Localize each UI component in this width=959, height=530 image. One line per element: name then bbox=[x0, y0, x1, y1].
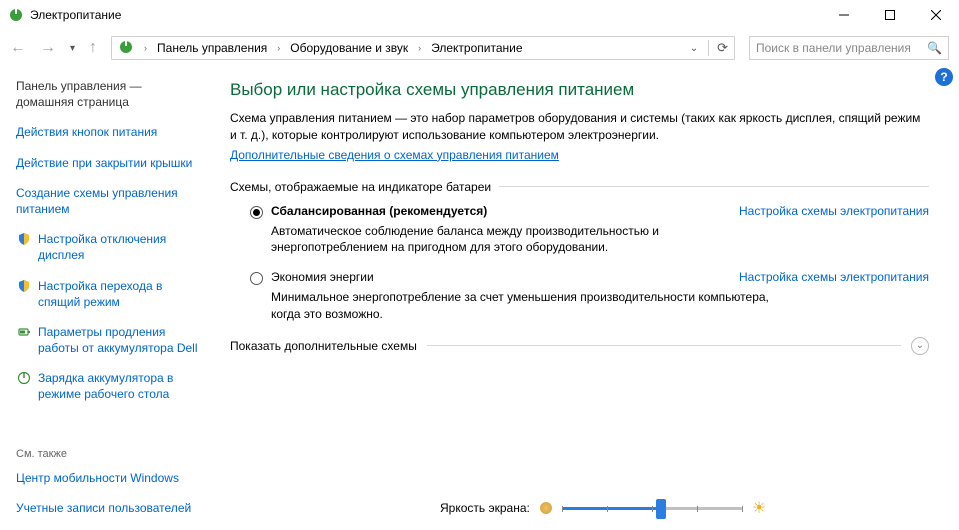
more-info-link[interactable]: Дополнительные сведения о схемах управле… bbox=[230, 148, 559, 162]
help-button[interactable]: ? bbox=[935, 68, 953, 86]
chevron-right-icon[interactable]: › bbox=[277, 43, 280, 53]
titlebar: Электропитание bbox=[0, 0, 959, 30]
see-also-user-accounts[interactable]: Учетные записи пользователей bbox=[16, 500, 202, 516]
sidebar-item-create-plan[interactable]: Создание схемы управления питанием bbox=[16, 185, 202, 217]
expand-label: Показать дополнительные схемы bbox=[230, 339, 417, 353]
search-icon: 🔍 bbox=[927, 41, 942, 55]
sidebar-item-desktop-charge[interactable]: Зарядка аккумулятора в режиме рабочего с… bbox=[16, 370, 202, 402]
back-button[interactable]: ← bbox=[10, 39, 26, 57]
refresh-button[interactable]: ⟳ bbox=[708, 40, 728, 56]
plan-name: Сбалансированная (рекомендуется) bbox=[271, 204, 739, 218]
battery-icon bbox=[16, 324, 32, 340]
breadcrumb[interactable]: Панель управления bbox=[157, 41, 267, 55]
window-controls bbox=[821, 0, 959, 30]
sidebar-item-power-buttons[interactable]: Действия кнопок питания bbox=[16, 124, 202, 140]
breadcrumb[interactable]: Оборудование и звук bbox=[290, 41, 408, 55]
see-also-label: См. также bbox=[16, 448, 202, 460]
see-also-mobility-center[interactable]: Центр мобильности Windows bbox=[16, 470, 202, 486]
sidebar-item-display-off[interactable]: Настройка отключения дисплея bbox=[16, 231, 202, 263]
group-label-text: Схемы, отображаемые на индикаторе батаре… bbox=[230, 180, 491, 194]
sun-dim-icon bbox=[540, 502, 552, 514]
plan-name: Экономия энергии bbox=[271, 270, 739, 284]
show-additional-plans[interactable]: Показать дополнительные схемы ⌄ bbox=[230, 337, 929, 355]
chevron-right-icon[interactable]: › bbox=[418, 43, 421, 53]
page-title: Выбор или настройка схемы управления пит… bbox=[230, 80, 929, 100]
plan-settings-link[interactable]: Настройка схемы электропитания bbox=[739, 270, 929, 284]
address-toolbar: ← → ▾ ↑ › Панель управления › Оборудован… bbox=[0, 30, 959, 66]
control-panel-home-link[interactable]: Панель управления — домашняя страница bbox=[16, 78, 202, 110]
breadcrumb[interactable]: Электропитание bbox=[431, 41, 522, 55]
breadcrumb-bar[interactable]: › Панель управления › Оборудование и зву… bbox=[111, 36, 735, 60]
plan-description: Минимальное энергопотребление за счет ум… bbox=[230, 289, 929, 323]
close-button[interactable] bbox=[913, 0, 959, 30]
recent-locations-button[interactable]: ▾ bbox=[70, 43, 75, 54]
sidebar-item-lid-action[interactable]: Действие при закрытии крышки bbox=[16, 155, 202, 171]
radio-balanced[interactable] bbox=[250, 206, 263, 219]
breadcrumb-icon bbox=[118, 39, 134, 58]
brightness-control: Яркость экрана: ☀ bbox=[440, 498, 929, 518]
plan-power-saver[interactable]: Экономия энергии Настройка схемы электро… bbox=[230, 270, 929, 285]
sidebar-item-sleep[interactable]: Настройка перехода в спящий режим bbox=[16, 278, 202, 310]
content-area: Панель управления — домашняя страница Де… bbox=[0, 66, 959, 530]
maximize-button[interactable] bbox=[867, 0, 913, 30]
plan-balanced[interactable]: Сбалансированная (рекомендуется) Настрой… bbox=[230, 204, 929, 219]
app-icon bbox=[8, 7, 24, 23]
brightness-label: Яркость экрана: bbox=[440, 501, 530, 515]
shield-icon bbox=[16, 278, 32, 294]
chevron-down-icon[interactable]: ⌄ bbox=[911, 337, 929, 355]
chevron-right-icon[interactable]: › bbox=[144, 43, 147, 53]
sun-bright-icon: ☀ bbox=[752, 498, 766, 518]
brightness-slider[interactable] bbox=[562, 507, 742, 510]
sidebar: Панель управления — домашняя страница Де… bbox=[0, 66, 210, 530]
up-button[interactable]: ↑ bbox=[89, 39, 97, 57]
forward-button[interactable]: → bbox=[40, 39, 56, 57]
plans-group-label: Схемы, отображаемые на индикаторе батаре… bbox=[230, 180, 929, 194]
sidebar-item-dell-battery[interactable]: Параметры продления работы от аккумулято… bbox=[16, 324, 202, 356]
slider-thumb[interactable] bbox=[656, 499, 666, 519]
plan-settings-link[interactable]: Настройка схемы электропитания bbox=[739, 204, 929, 218]
shield-icon bbox=[16, 231, 32, 247]
page-description: Схема управления питанием — это набор па… bbox=[230, 110, 929, 144]
power-icon bbox=[16, 370, 32, 386]
search-input[interactable]: Поиск в панели управления 🔍 bbox=[749, 36, 949, 60]
search-placeholder: Поиск в панели управления bbox=[756, 41, 911, 55]
window-title: Электропитание bbox=[30, 8, 821, 22]
plan-description: Автоматическое соблюдение баланса между … bbox=[230, 223, 929, 257]
main-panel: ? Выбор или настройка схемы управления п… bbox=[210, 66, 959, 530]
minimize-button[interactable] bbox=[821, 0, 867, 30]
radio-power-saver[interactable] bbox=[250, 272, 263, 285]
chevron-down-icon[interactable]: ⌄ bbox=[690, 43, 698, 54]
